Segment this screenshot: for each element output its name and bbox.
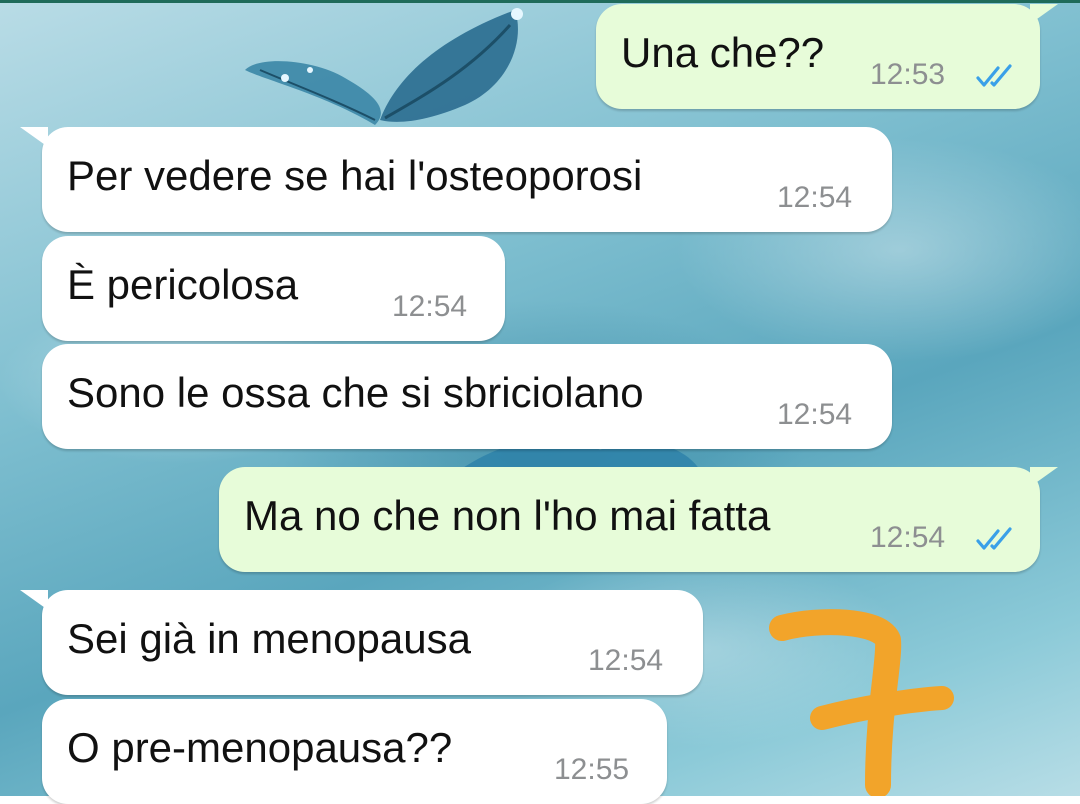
message-text: Sei già in menopausa	[67, 615, 471, 662]
double-check-icon	[976, 527, 1012, 550]
message-text: È pericolosa	[67, 261, 299, 308]
bubble-tail-outgoing	[1030, 4, 1058, 24]
message-time: 12:54	[777, 181, 853, 214]
message-text: Sono le ossa che si sbriciolano	[67, 369, 644, 416]
message-time: 12:54	[588, 644, 664, 677]
bubble-tail-incoming	[20, 127, 48, 147]
double-check-icon	[976, 64, 1012, 87]
message-time: 12:54	[870, 521, 946, 554]
message-bubble-incoming[interactable]: Sei già in menopausa 12:54	[42, 590, 703, 695]
message-time: 12:55	[554, 753, 630, 786]
bubble-tail-incoming	[20, 590, 48, 610]
message-time: 12:54	[777, 398, 853, 431]
message-bubble-incoming[interactable]: È pericolosa 12:54	[42, 236, 505, 341]
message-bubble-incoming[interactable]: Sono le ossa che si sbriciolano 12:54	[42, 344, 892, 449]
message-text: Ma no che non l'ho mai fatta	[244, 492, 771, 539]
message-text: Per vedere se hai l'osteoporosi	[67, 152, 643, 199]
message-bubble-outgoing[interactable]: Ma no che non l'ho mai fatta 12:54	[219, 467, 1040, 572]
message-bubble-incoming[interactable]: Per vedere se hai l'osteoporosi 12:54	[42, 127, 892, 232]
message-bubble-outgoing[interactable]: Una che?? 12:53	[596, 4, 1040, 109]
message-text: Una che??	[621, 29, 825, 76]
message-bubble-incoming[interactable]: O pre-menopausa?? 12:55	[42, 699, 667, 804]
butterfly-icon	[245, 8, 523, 125]
message-time: 12:54	[392, 290, 468, 323]
bubble-tail-outgoing	[1030, 467, 1058, 487]
message-time: 12:53	[870, 58, 946, 91]
hand-drawn-seven-mark	[769, 609, 954, 796]
message-text: O pre-menopausa??	[67, 724, 453, 771]
